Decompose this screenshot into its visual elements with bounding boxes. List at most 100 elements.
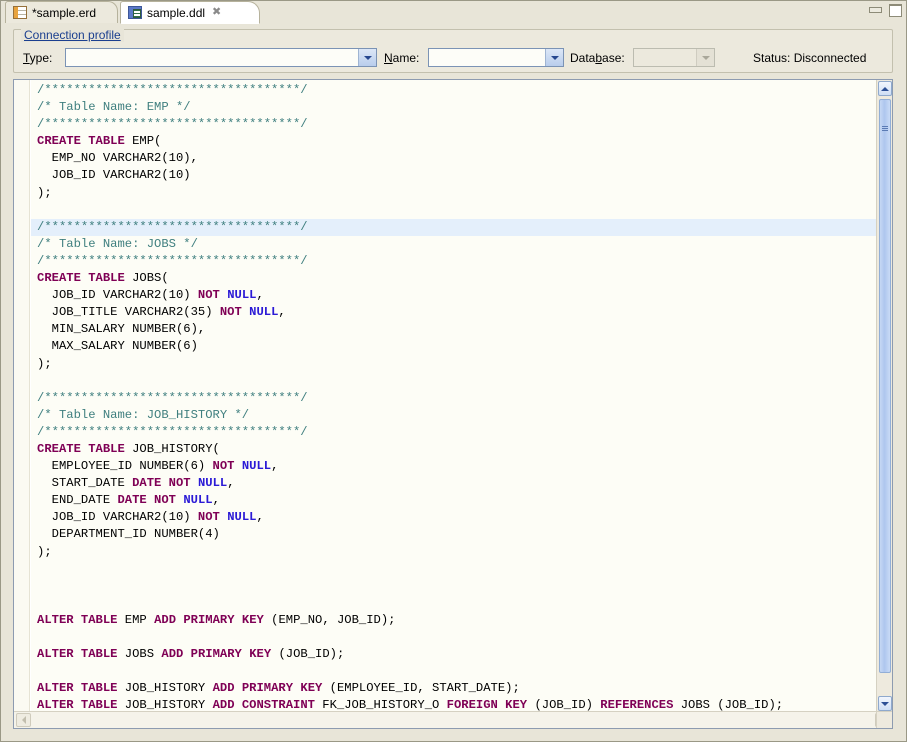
code-token-pl: FK_JOB_HISTORY_O <box>315 698 447 712</box>
code-line[interactable]: /***********************************/ <box>31 219 876 236</box>
code-token-pl: JOB_TITLE VARCHAR2(35) <box>37 305 220 319</box>
code-line[interactable] <box>31 578 876 595</box>
code-token-pl: JOB_ID VARCHAR2(10) <box>37 288 198 302</box>
code-line[interactable]: START_DATE DATE NOT NULL, <box>31 475 876 492</box>
code-token-pl: (EMPLOYEE_ID, START_DATE); <box>322 681 519 695</box>
document-icon <box>128 6 142 19</box>
code-token-pl: EMPLOYEE_ID NUMBER(6) <box>37 459 213 473</box>
code-line[interactable] <box>31 629 876 646</box>
code-token-kw: PRIMARY <box>183 613 234 627</box>
window-controls <box>869 4 902 17</box>
scroll-down-button[interactable] <box>878 696 892 711</box>
code-token-pl: EMP( <box>125 134 162 148</box>
type-label: Type: <box>23 51 52 65</box>
code-token-kw2: NULL <box>227 288 256 302</box>
code-token-pl: , <box>278 305 285 319</box>
code-line[interactable]: END_DATE DATE NOT NULL, <box>31 492 876 509</box>
code-token-cmt: /***********************************/ <box>37 254 308 268</box>
chevron-down-icon[interactable] <box>358 49 376 66</box>
code-line[interactable]: CREATE TABLE JOB_HISTORY( <box>31 441 876 458</box>
code-line[interactable]: EMPLOYEE_ID NUMBER(6) NOT NULL, <box>31 458 876 475</box>
chevron-down-icon[interactable] <box>545 49 563 66</box>
code-token-pl: MAX_SALARY NUMBER(6) <box>37 339 198 353</box>
code-line[interactable]: ALTER TABLE JOBS ADD PRIMARY KEY (JOB_ID… <box>31 646 876 663</box>
code-line[interactable] <box>31 561 876 578</box>
sql-code-area[interactable]: /***********************************//* … <box>31 80 876 712</box>
code-token-cmt: /***********************************/ <box>37 220 308 234</box>
code-token-kw: KEY <box>505 698 527 712</box>
tab-sample-erd[interactable]: *sample.erd <box>5 1 118 23</box>
code-line[interactable] <box>31 595 876 612</box>
code-line[interactable]: DEPARTMENT_ID NUMBER(4) <box>31 526 876 543</box>
code-line[interactable]: MIN_SALARY NUMBER(6), <box>31 321 876 338</box>
name-combo[interactable] <box>428 48 564 67</box>
code-token-cmt: /* Table Name: JOB_HISTORY */ <box>37 408 249 422</box>
code-token-pl: DEPARTMENT_ID NUMBER(4) <box>37 527 220 541</box>
code-token-pl: JOBS (JOB_ID); <box>673 698 783 712</box>
code-line[interactable]: CREATE TABLE EMP( <box>31 133 876 150</box>
scroll-left-button[interactable] <box>16 713 31 727</box>
code-token-kw: ADD <box>213 698 235 712</box>
code-line[interactable]: JOB_ID VARCHAR2(10) NOT NULL, <box>31 287 876 304</box>
code-line[interactable]: /* Table Name: EMP */ <box>31 99 876 116</box>
code-token-kw2: NULL <box>183 493 212 507</box>
code-token-pl: START_DATE <box>37 476 132 490</box>
code-token-pl: EMP_NO VARCHAR2(10), <box>37 151 198 165</box>
code-line[interactable]: ); <box>31 356 876 373</box>
code-token-kw: ALTER <box>37 681 74 695</box>
vertical-scrollbar-thumb[interactable] <box>879 99 891 673</box>
code-token-kw2: NULL <box>249 305 278 319</box>
code-line[interactable] <box>31 663 876 680</box>
database-label: Database: <box>570 51 625 65</box>
code-line[interactable] <box>31 373 876 390</box>
horizontal-scrollbar[interactable] <box>14 711 892 728</box>
code-token-pl: , <box>271 459 278 473</box>
code-token-kw: TABLE <box>81 681 118 695</box>
code-line[interactable] <box>31 202 876 219</box>
code-line[interactable]: MAX_SALARY NUMBER(6) <box>31 338 876 355</box>
code-line[interactable]: /***********************************/ <box>31 253 876 270</box>
close-icon[interactable]: ✖ <box>212 7 221 18</box>
code-line[interactable]: /* Table Name: JOB_HISTORY */ <box>31 407 876 424</box>
minimize-button[interactable] <box>869 4 882 17</box>
code-token-pl <box>74 647 81 661</box>
code-line[interactable]: ALTER TABLE JOB_HISTORY ADD PRIMARY KEY … <box>31 680 876 697</box>
code-line[interactable]: ); <box>31 185 876 202</box>
name-label: Name: <box>384 51 419 65</box>
code-token-kw: ALTER <box>37 613 74 627</box>
code-token-pl: ); <box>37 545 52 559</box>
code-token-cmt: /***********************************/ <box>37 391 308 405</box>
code-line[interactable]: ); <box>31 544 876 561</box>
code-token-kw: NOT <box>198 288 220 302</box>
code-token-kw: NOT <box>169 476 191 490</box>
code-token-pl: MIN_SALARY NUMBER(6), <box>37 322 205 336</box>
code-line[interactable]: /***********************************/ <box>31 424 876 441</box>
maximize-button[interactable] <box>889 4 902 17</box>
code-token-kw: PRIMARY <box>191 647 242 661</box>
code-line[interactable]: JOB_ID VARCHAR2(10) NOT NULL, <box>31 509 876 526</box>
code-line[interactable]: ALTER TABLE EMP ADD PRIMARY KEY (EMP_NO,… <box>31 612 876 629</box>
code-line[interactable]: EMP_NO VARCHAR2(10), <box>31 150 876 167</box>
code-token-kw: REFERENCES <box>600 698 673 712</box>
code-token-kw: CONSTRAINT <box>242 698 315 712</box>
code-token-pl: , <box>227 476 234 490</box>
code-line[interactable]: /***********************************/ <box>31 116 876 133</box>
code-token-pl <box>234 459 241 473</box>
code-line[interactable]: /***********************************/ <box>31 390 876 407</box>
tab-sample-ddl[interactable]: sample.ddl ✖ <box>120 1 260 24</box>
code-line[interactable]: ALTER TABLE JOB_HISTORY ADD CONSTRAINT F… <box>31 697 876 712</box>
editor-gutter[interactable] <box>14 80 30 712</box>
code-line[interactable]: /***********************************/ <box>31 82 876 99</box>
code-line[interactable]: JOB_TITLE VARCHAR2(35) NOT NULL, <box>31 304 876 321</box>
code-token-pl: EMP <box>117 613 154 627</box>
code-token-kw: ADD <box>213 681 235 695</box>
code-line[interactable]: JOB_ID VARCHAR2(10) <box>31 167 876 184</box>
code-line[interactable]: CREATE TABLE JOBS( <box>31 270 876 287</box>
code-token-pl <box>161 476 168 490</box>
code-line[interactable]: /* Table Name: JOBS */ <box>31 236 876 253</box>
scroll-up-button[interactable] <box>878 81 892 96</box>
type-combo[interactable] <box>65 48 377 67</box>
code-token-kw2: NULL <box>227 510 256 524</box>
code-token-kw: CREATE <box>37 271 81 285</box>
vertical-scrollbar[interactable] <box>876 80 892 712</box>
